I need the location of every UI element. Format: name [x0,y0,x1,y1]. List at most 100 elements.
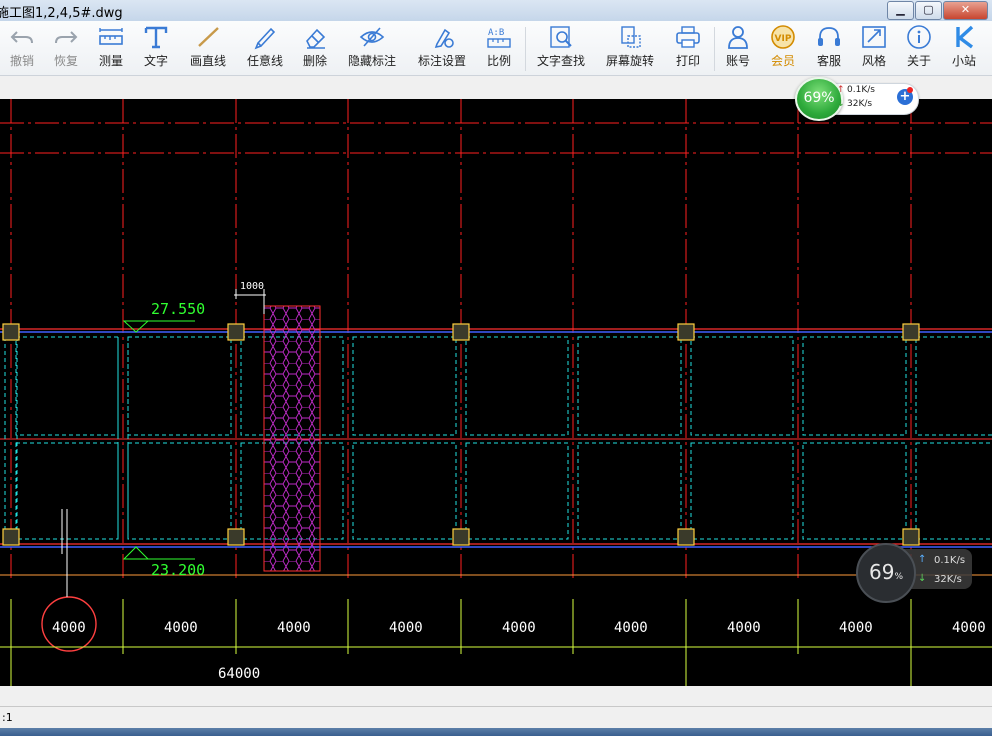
total-dimension-label: 64000 [218,666,261,682]
scale-icon: A:B [487,28,511,48]
style-icon [862,26,886,48]
beam-outlines [4,336,992,540]
upload-speed: ↑ 0.1K/s [837,85,875,95]
elevation-bottom-label: 23.200 [151,561,206,579]
text-label: 文字 [143,54,168,68]
text-search-icon [550,26,572,48]
print-label: 打印 [675,54,700,68]
site-button[interactable]: 小站 [950,24,978,69]
bay-dimension-label: 4000 [727,620,761,636]
small-dimension-label: 1000 [240,281,265,292]
upload-arrow-icon: ↑ [918,554,927,565]
delete-label: 删除 [302,54,327,68]
user-icon [728,26,748,49]
bay-dimension-label: 4000 [502,620,536,636]
cad-drawing [0,99,992,686]
headset-icon [818,27,840,46]
notification-dot [907,87,913,93]
info-icon [907,25,931,49]
upload-speed-value: 0.1K/s [847,85,875,95]
network-percent-ring: 69% [856,543,916,603]
download-arrow-icon: ↓ [837,99,845,109]
minimize-button[interactable]: ▁ [887,1,914,20]
redo-label: 恢复 [53,54,78,68]
network-percent-badge: 69% [795,77,843,121]
bay-dimension-label: 4000 [839,620,873,636]
redo-icon [55,31,78,44]
dimension-ticks [10,599,912,686]
hide-annotation-button[interactable]: 隐藏标注 [346,24,398,69]
network-speed-widget-dark[interactable]: 69% ↑ 0.1K/s ↓ 32K/s [856,543,974,603]
download-speed-value: 32K/s [934,574,962,585]
freehand-label: 任意线 [246,54,283,68]
bay-dimension-label: 4000 [614,620,648,636]
hatched-wall [263,305,321,572]
svg-text:A:B: A:B [488,28,504,38]
rotate-screen-button[interactable]: 屏幕旋转 [604,24,656,69]
network-percent-value: 69 [868,560,895,584]
about-label: 关于 [906,54,931,68]
undo-icon [10,31,33,44]
window-controls: ▁ ▢ ✕ [886,1,988,20]
svg-text:VIP: VIP [775,34,792,44]
scale-readout: :1 [2,711,13,724]
scale-button[interactable]: A:B 比例 [485,24,513,69]
text-search-button[interactable]: 文字查找 [535,24,587,69]
support-button[interactable]: 客服 [815,24,843,69]
maximize-button[interactable]: ▢ [915,1,942,20]
canvas-bottom-strip [0,686,992,706]
network-speed-widget[interactable]: 69% ↑ 0.1K/s ↓ 32K/s + [795,77,921,121]
printer-icon [676,26,700,48]
bay-dimension-label: 4000 [389,620,423,636]
drawing-canvas[interactable]: 27.550 23.200 1000 4000 4000 4000 4000 4… [0,99,992,686]
line-icon [198,27,219,47]
draw-line-label: 画直线 [189,54,226,68]
bay-dimension-label: 4000 [952,620,986,636]
account-button[interactable]: 账号 [724,24,752,69]
vip-button[interactable]: VIP 会员 [769,24,797,69]
toolbar-divider [714,27,715,71]
undo-label: 撤销 [9,54,34,68]
close-button[interactable]: ✕ [943,1,988,20]
bay-dimension-label: 4000 [164,620,198,636]
download-speed-value: 32K/s [847,99,873,109]
vip-label: 会员 [770,54,795,68]
freehand-button[interactable]: 任意线 [246,24,284,69]
measure-button[interactable]: 测量 [97,24,125,69]
style-label: 风格 [861,54,886,68]
taskbar [0,728,992,736]
bay-dimension-label: 4000 [277,620,311,636]
bay-dimension-label: 4000 [52,620,86,636]
download-arrow-icon: ↓ [918,573,927,584]
undo-button[interactable]: 撤销 [8,24,36,69]
scale-label: 比例 [486,54,511,68]
draw-line-button[interactable]: 画直线 [189,24,227,69]
annotation-settings-label: 标注设置 [417,54,466,68]
toolbar: 撤销 恢复 测量 文字 画直线 任意线 删除 隐藏标注 标注设置 A:B 比例 … [0,21,992,76]
text-button[interactable]: 文字 [142,24,170,69]
upload-speed-value: 0.1K/s [934,555,966,566]
text-icon [144,26,168,49]
rotate-screen-label: 屏幕旋转 [605,54,654,68]
about-button[interactable]: 关于 [905,24,933,69]
text-search-label: 文字查找 [536,54,585,68]
vip-icon: VIP [771,25,795,49]
annotation-settings-button[interactable]: 标注设置 [416,24,468,69]
window-title: 施工图1,2,4,5#.dwg [0,6,123,21]
elevation-top-label: 27.550 [151,300,206,318]
account-label: 账号 [725,54,750,68]
redo-button[interactable]: 恢复 [52,24,80,69]
measure-icon [99,28,123,45]
delete-button[interactable]: 删除 [301,24,329,69]
title-bar: 施工图1,2,4,5#.dwg ▁ ▢ ✕ [0,0,992,22]
upload-arrow-icon: ↑ [837,85,845,95]
eye-slash-icon [359,27,385,47]
eraser-icon [306,28,326,49]
print-button[interactable]: 打印 [674,24,702,69]
k-logo-icon [956,25,974,49]
style-button[interactable]: 风格 [860,24,888,69]
status-bar: :1 [0,706,992,729]
network-percent-sign: % [894,572,903,582]
toolbar-divider [525,27,526,71]
support-label: 客服 [816,54,841,68]
